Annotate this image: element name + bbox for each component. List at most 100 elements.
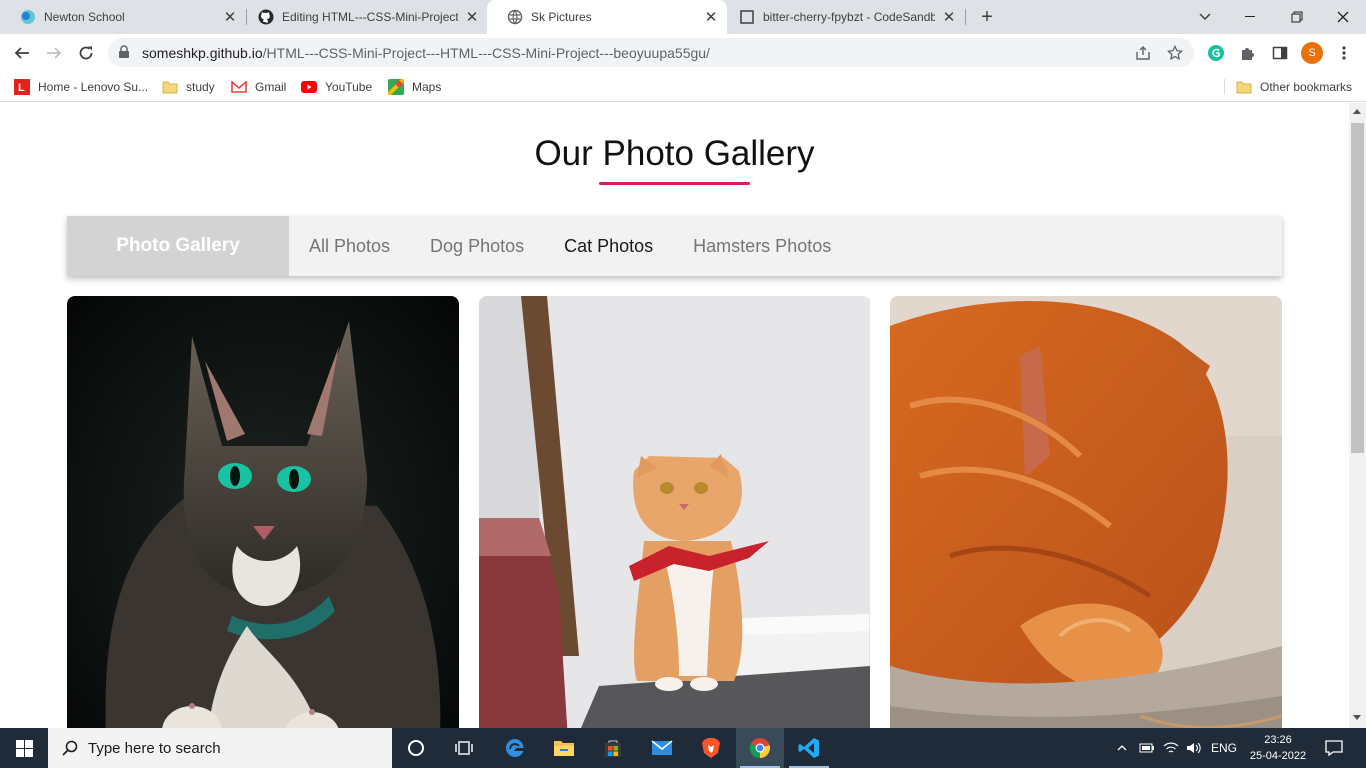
lenovo-icon: L: [14, 79, 30, 95]
share-icon[interactable]: [1134, 44, 1152, 62]
kebab-menu-icon[interactable]: [1333, 42, 1355, 64]
youtube-icon: [301, 79, 317, 95]
chrome-icon[interactable]: [736, 728, 784, 768]
forward-arrow-icon[interactable]: [40, 39, 68, 67]
bookmark-other[interactable]: Other bookmarks: [1236, 77, 1352, 97]
bookmarks-bar: L Home - Lenovo Su... study Gmail YouTub…: [0, 72, 1366, 102]
side-panel-icon[interactable]: [1269, 42, 1291, 64]
tabby-cat-image: [67, 296, 459, 728]
bookmark-separator: [1224, 79, 1225, 95]
bookmark-label: study: [186, 80, 215, 94]
bookmark-label: Other bookmarks: [1260, 80, 1353, 94]
tab-title: Newton School: [44, 10, 125, 24]
notification-center-icon[interactable]: [1318, 728, 1350, 768]
cortana-icon[interactable]: [392, 728, 440, 768]
bookmark-gmail[interactable]: Gmail: [231, 77, 286, 97]
svg-text:L: L: [18, 82, 25, 94]
extensions-puzzle-icon[interactable]: [1237, 42, 1259, 64]
browser-toolbar: someshkp.github.io/HTML---CSS-Mini-Proje…: [0, 34, 1366, 72]
scrollbar-thumb[interactable]: [1351, 123, 1364, 453]
title-underline: [599, 182, 750, 185]
new-tab-plus-icon[interactable]: +: [975, 5, 999, 29]
browser-tab-strip: Newton School ✕ Editing HTML---CSS-Mini-…: [0, 0, 1366, 34]
brave-browser-icon[interactable]: [687, 728, 735, 768]
nav-link-dog-photos[interactable]: Dog Photos: [430, 236, 524, 257]
volume-icon[interactable]: [1183, 728, 1205, 768]
clock-date: 25-04-2022: [1249, 750, 1307, 762]
wifi-icon[interactable]: [1160, 728, 1182, 768]
photo-card-bandana-cat[interactable]: [479, 296, 871, 728]
window-close-icon[interactable]: [1320, 0, 1366, 34]
url-text[interactable]: someshkp.github.io/HTML---CSS-Mini-Proje…: [142, 45, 710, 61]
tab-github-editing[interactable]: Editing HTML---CSS-Mini-Project ✕: [238, 0, 488, 34]
lock-icon[interactable]: [118, 45, 130, 64]
tab-title: bitter-cherry-fpybzt - CodeSandbox: [763, 10, 935, 24]
back-arrow-icon[interactable]: [8, 39, 36, 67]
vscode-icon[interactable]: [785, 728, 833, 768]
photo-card-shy-cat[interactable]: [890, 296, 1282, 728]
profile-initial: S: [1308, 47, 1316, 59]
close-icon[interactable]: ✕: [941, 9, 957, 26]
folder-icon: [1236, 79, 1252, 95]
taskbar-search-box[interactable]: Type here to search: [48, 728, 392, 768]
photo-card-tabby-cat[interactable]: [67, 296, 459, 728]
page-title: Our Photo Gallery: [534, 134, 815, 173]
tab-newton-school[interactable]: Newton School ✕: [0, 0, 246, 34]
brand-logo[interactable]: Photo Gallery: [67, 216, 289, 276]
battery-icon[interactable]: [1136, 728, 1158, 768]
bookmark-lenovo[interactable]: L Home - Lenovo Su...: [14, 77, 148, 97]
bookmark-label: Home - Lenovo Su...: [38, 80, 149, 94]
page-scrollbar[interactable]: [1349, 103, 1366, 728]
gmail-icon: [231, 79, 247, 95]
close-icon[interactable]: ✕: [464, 9, 480, 26]
globe-icon: [507, 9, 523, 25]
profile-avatar[interactable]: S: [1301, 42, 1323, 64]
close-icon[interactable]: ✕: [703, 9, 719, 26]
scroll-down-arrow-icon[interactable]: [1353, 715, 1361, 720]
grammarly-icon[interactable]: [1205, 42, 1227, 64]
tab-title: Editing HTML---CSS-Mini-Project: [282, 10, 458, 24]
tab-codesandbox[interactable]: bitter-cherry-fpybzt - CodeSandbox ✕: [719, 0, 965, 34]
search-placeholder: Type here to search: [88, 739, 221, 757]
github-icon: [258, 9, 274, 25]
mail-icon[interactable]: [638, 728, 686, 768]
restore-icon[interactable]: [1274, 0, 1320, 34]
clock-time: 23:26: [1264, 734, 1292, 746]
url-path: /HTML---CSS-Mini-Project---HTML---CSS-Mi…: [262, 45, 710, 61]
url-host: someshkp.github.io: [142, 45, 263, 61]
bookmark-label: YouTube: [325, 80, 373, 94]
tab-sk-pictures[interactable]: Sk Pictures ✕: [487, 0, 727, 34]
page-content: Our Photo Gallery Photo Gallery All Phot…: [0, 103, 1349, 728]
search-icon: [62, 740, 78, 756]
nav-link-all-photos[interactable]: All Photos: [309, 236, 390, 257]
codesandbox-icon: [739, 9, 755, 25]
bookmark-study[interactable]: study: [162, 77, 215, 97]
bookmark-maps[interactable]: Maps: [388, 77, 441, 97]
edge-icon[interactable]: [491, 728, 539, 768]
bookmark-label: Gmail: [255, 80, 287, 94]
minimize-icon[interactable]: [1228, 0, 1274, 34]
microsoft-store-icon[interactable]: [589, 728, 637, 768]
folder-icon: [162, 79, 178, 95]
gallery-navbar: Photo Gallery All Photos Dog Photos Cat …: [67, 216, 1282, 276]
shy-cat-image: [890, 296, 1282, 728]
scroll-up-arrow-icon[interactable]: [1353, 109, 1361, 114]
windows-start-icon[interactable]: [0, 728, 48, 768]
nav-link-hamsters-photos[interactable]: Hamsters Photos: [693, 236, 831, 257]
taskbar-clock[interactable]: 23:26 25-04-2022: [1248, 732, 1308, 764]
tab-title: Sk Pictures: [531, 10, 592, 24]
tray-overflow-chevron-icon[interactable]: [1112, 728, 1132, 768]
address-bar[interactable]: someshkp.github.io/HTML---CSS-Mini-Proje…: [108, 38, 1194, 67]
reload-icon[interactable]: [72, 39, 100, 67]
tab-separator: [965, 9, 966, 25]
nav-link-cat-photos[interactable]: Cat Photos: [564, 236, 653, 257]
close-icon[interactable]: ✕: [222, 9, 238, 26]
language-indicator[interactable]: ENG: [1206, 728, 1242, 768]
file-explorer-icon[interactable]: [540, 728, 588, 768]
bandana-cat-image: [479, 296, 870, 728]
bookmark-youtube[interactable]: YouTube: [301, 77, 372, 97]
task-view-icon[interactable]: [440, 728, 488, 768]
bookmark-star-icon[interactable]: [1166, 44, 1184, 62]
tab-search-chevron-icon[interactable]: [1182, 0, 1228, 34]
maps-icon: [388, 79, 404, 95]
